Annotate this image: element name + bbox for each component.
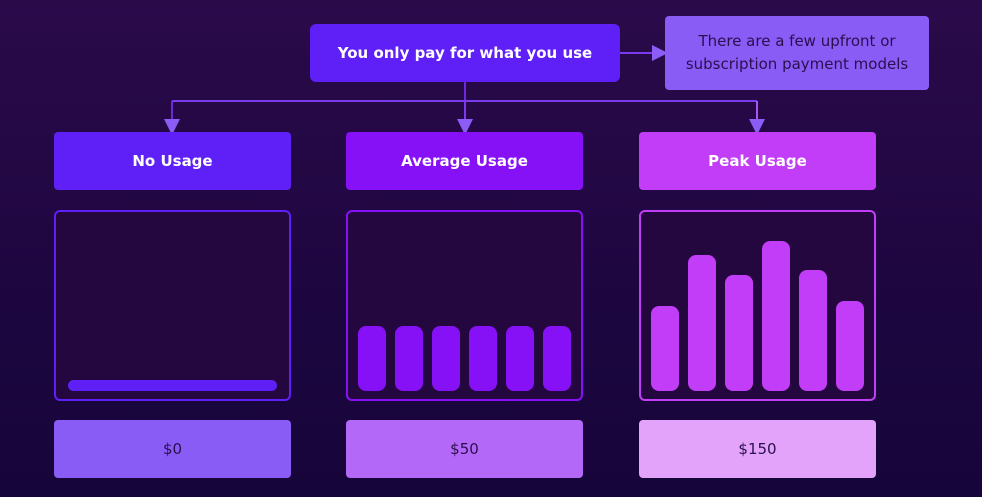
peak-usage-title: Peak Usage	[708, 152, 807, 170]
no-usage-price-label: $0	[162, 440, 183, 458]
root-label: You only pay for what you use	[337, 44, 593, 62]
average-usage-bar-6	[542, 326, 571, 391]
average-usage-price: $50	[346, 420, 583, 478]
peak-usage-bar-6	[835, 301, 864, 391]
average-usage-panel	[346, 210, 583, 401]
average-usage-bar-1	[358, 326, 387, 391]
note-line-1: There are a few upfront or	[698, 32, 896, 50]
average-usage-bar-3	[431, 326, 461, 391]
no-usage-panel	[54, 210, 291, 401]
average-usage-bar-4	[468, 326, 498, 391]
payment-models-note: There are a few upfront or subscription …	[665, 16, 929, 90]
average-usage-title: Average Usage	[401, 152, 528, 170]
root-node: You only pay for what you use	[310, 24, 620, 82]
average-usage-price-label: $50	[450, 440, 479, 458]
no-usage-title: No Usage	[132, 152, 213, 170]
peak-usage-bar-5	[798, 270, 828, 391]
average-usage-bar-5	[505, 326, 535, 391]
peak-usage-bar-2	[687, 255, 717, 391]
peak-usage-header: Peak Usage	[639, 132, 876, 190]
peak-usage-bar-3	[724, 275, 754, 391]
peak-usage-price-label: $150	[738, 440, 777, 458]
no-usage-bar-1	[68, 380, 277, 391]
peak-usage-bar-4	[761, 241, 791, 391]
peak-usage-price: $150	[639, 420, 876, 478]
peak-usage-bar-1	[651, 306, 680, 391]
no-usage-price: $0	[54, 420, 291, 478]
average-usage-bar-2	[394, 326, 424, 391]
peak-usage-panel	[639, 210, 876, 401]
average-usage-header: Average Usage	[346, 132, 583, 190]
note-line-2: subscription payment models	[685, 55, 909, 73]
no-usage-header: No Usage	[54, 132, 291, 190]
